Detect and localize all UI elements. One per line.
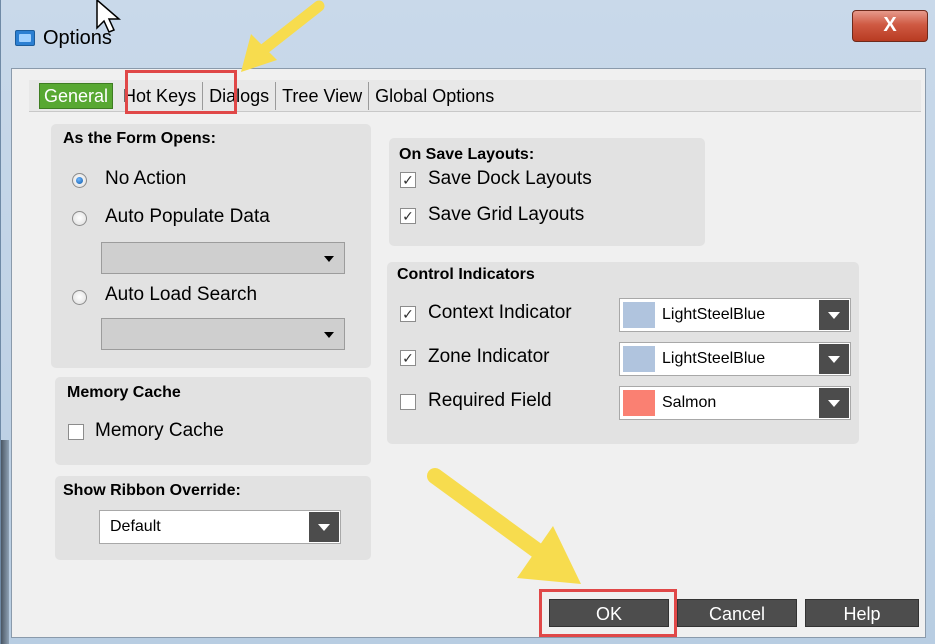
required-field-color-name: Salmon xyxy=(662,394,717,411)
memory-cache-title: Memory Cache xyxy=(67,384,181,401)
save-grid-layouts-checkbox[interactable]: ✓ xyxy=(400,208,416,224)
help-button[interactable]: Help xyxy=(805,599,919,627)
form-opens-title: As the Form Opens: xyxy=(63,130,216,147)
auto-load-search-label: Auto Load Search xyxy=(105,284,258,305)
ribbon-override-dropdown[interactable]: Default xyxy=(99,510,341,544)
auto-populate-dropdown[interactable] xyxy=(101,242,345,274)
annotation-arrow-icon xyxy=(427,468,581,584)
cancel-button[interactable]: Cancel xyxy=(677,599,797,627)
radio-auto-load-search[interactable] xyxy=(72,290,87,305)
color-swatch xyxy=(623,390,655,416)
chevron-down-icon xyxy=(324,256,334,262)
chevron-down-icon[interactable] xyxy=(819,388,849,418)
auto-load-search-dropdown[interactable] xyxy=(101,318,345,350)
auto-populate-data-label: Auto Populate Data xyxy=(105,206,270,227)
zone-indicator-checkbox[interactable]: ✓ xyxy=(400,350,416,366)
memory-cache-label: Memory Cache xyxy=(95,420,224,441)
required-field-color-dropdown[interactable]: Salmon xyxy=(619,386,851,420)
radio-no-action[interactable] xyxy=(72,173,87,188)
context-indicator-color-name: LightSteelBlue xyxy=(662,306,766,323)
required-field-label: Required Field xyxy=(428,390,552,411)
color-swatch xyxy=(623,346,655,372)
save-layouts-title: On Save Layouts: xyxy=(399,146,535,163)
chevron-down-icon xyxy=(324,332,334,338)
zone-indicator-label: Zone Indicator xyxy=(428,346,550,367)
annotation-arrow-icon xyxy=(241,0,325,72)
context-indicator-checkbox[interactable]: ✓ xyxy=(400,306,416,322)
background-edge xyxy=(1,440,9,644)
no-action-label: No Action xyxy=(105,168,187,189)
radio-auto-populate-data[interactable] xyxy=(72,211,87,226)
chevron-down-icon[interactable] xyxy=(819,344,849,374)
zone-indicator-color-dropdown[interactable]: LightSteelBlue xyxy=(619,342,851,376)
required-field-checkbox[interactable] xyxy=(400,394,416,410)
ribbon-override-title: Show Ribbon Override: xyxy=(63,482,241,499)
zone-indicator-color-name: LightSteelBlue xyxy=(662,350,766,367)
chevron-down-icon[interactable] xyxy=(309,512,339,542)
tab-general[interactable]: General xyxy=(39,82,114,109)
context-indicator-label: Context Indicator xyxy=(428,302,572,323)
options-window: Options X General Hot Keys Dialogs Tree … xyxy=(0,0,935,644)
mouse-cursor-icon xyxy=(96,0,122,33)
memory-cache-checkbox[interactable] xyxy=(68,424,84,440)
title-bar[interactable]: Options X xyxy=(1,0,935,70)
tab-global-options[interactable]: Global Options xyxy=(369,82,500,110)
app-icon xyxy=(15,30,35,46)
color-swatch xyxy=(623,302,655,328)
save-dock-layouts-label: Save Dock Layouts xyxy=(428,168,592,189)
chevron-down-icon[interactable] xyxy=(819,300,849,330)
close-button[interactable]: X xyxy=(852,10,928,42)
ribbon-override-value: Default xyxy=(110,518,161,535)
context-indicator-color-dropdown[interactable]: LightSteelBlue xyxy=(619,298,851,332)
control-indicators-title: Control Indicators xyxy=(397,266,535,283)
save-grid-layouts-label: Save Grid Layouts xyxy=(428,204,585,225)
save-dock-layouts-checkbox[interactable]: ✓ xyxy=(400,172,416,188)
